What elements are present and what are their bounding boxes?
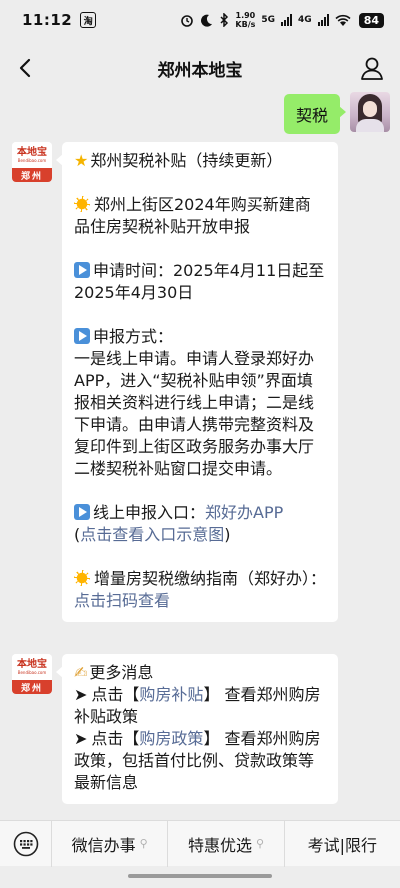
- sun-icon: [74, 196, 90, 212]
- chat-header: 郑州本地宝: [0, 40, 400, 96]
- arrow-icon: ➤: [74, 729, 88, 748]
- bendibao-avatar[interactable]: 本地宝 Bendibao.com 郑州: [12, 654, 52, 694]
- message-headline: 郑州上街区2024年购买新建商品住房契税补贴开放申报: [74, 195, 311, 236]
- bluetooth-icon: [220, 13, 229, 27]
- message-title: 郑州契税补贴（持续更新）: [90, 151, 283, 170]
- play-icon: [74, 504, 90, 520]
- menu-label: 微信办事: [71, 835, 136, 855]
- taobao-notification-icon: 淘: [80, 12, 97, 28]
- play-icon: [74, 262, 90, 278]
- status-time: 11:12: [22, 11, 73, 29]
- menu-label: 考试|限行: [307, 835, 378, 855]
- keyboard-toggle-button[interactable]: [0, 820, 52, 867]
- do-not-disturb-icon: [201, 14, 213, 27]
- arrow-icon: ➤: [74, 685, 88, 704]
- network-5g-label: 5G: [261, 15, 276, 25]
- battery-level: 84: [358, 12, 384, 28]
- keyboard-icon: [13, 831, 38, 856]
- bendibao-city-label: 郑州: [12, 680, 52, 694]
- writing-hand-icon: ✍: [74, 663, 88, 682]
- bendibao-logo: 本地宝 Bendibao.com: [12, 142, 52, 168]
- chevron-left-icon: [19, 58, 31, 78]
- sun-icon: [74, 570, 90, 586]
- method-text: 一是线上申请。申请人登录郑好办APP，进入“契税补贴申领”界面填报相关资料进行线…: [74, 349, 315, 478]
- housing-subsidy-link[interactable]: 购房补贴: [139, 685, 203, 704]
- play-icon: [74, 328, 90, 344]
- housing-policy-link[interactable]: 购房政策: [139, 729, 203, 748]
- bendibao-logo: 本地宝 Bendibao.com: [12, 654, 52, 680]
- chat-title: 郑州本地宝: [157, 60, 243, 81]
- application-time: 申请时间：2025年4月11日起至2025年4月30日: [74, 261, 325, 302]
- guide-text: 增量房契税缴纳指南（郑好办）：: [94, 569, 327, 588]
- signal-5g-icon: [281, 14, 293, 26]
- menu-wechat-services[interactable]: 微信办事 ⚲: [52, 820, 169, 867]
- star-icon: ★: [74, 151, 89, 170]
- bendibao-avatar[interactable]: 本地宝 Bendibao.com 郑州: [12, 142, 52, 182]
- status-bar: 11:12 淘 1.90 KB/s 5G 4G 84: [0, 0, 400, 40]
- bendibao-city-label: 郑州: [12, 168, 52, 182]
- link-icon: ⚲: [139, 837, 148, 850]
- paren-close: ): [224, 525, 231, 544]
- scan-code-link[interactable]: 点击扫码查看: [74, 591, 170, 610]
- incoming-bubble[interactable]: ✍ 更多消息 ➤ 点击【购房补贴】 查看郑州购房补贴政策 ➤ 点击【购房政策】 查看郑…: [56, 654, 338, 804]
- entry-diagram-link[interactable]: 点击查看入口示意图: [80, 525, 224, 544]
- menu-special-offers[interactable]: 特惠优选 ⚲: [168, 820, 285, 867]
- user-avatar[interactable]: [350, 92, 390, 132]
- network-speed: 1.90 KB/s: [235, 11, 256, 29]
- outgoing-bubble[interactable]: 契税: [283, 94, 347, 134]
- line2-prefix: 点击【: [91, 729, 140, 748]
- menu-label: 特惠优选: [187, 835, 252, 855]
- person-icon: [361, 57, 383, 80]
- method-heading: 申报方式：: [93, 327, 174, 346]
- bottom-menu: 微信办事 ⚲ 特惠优选 ⚲ 考试|限行: [0, 820, 400, 867]
- incoming-message: 本地宝 Bendibao.com 郑州 ✍ 更多消息 ➤ 点击【购房补贴】 查看郑州…: [12, 654, 338, 804]
- zhenghaoban-app-link[interactable]: 郑好办APP: [205, 503, 283, 522]
- profile-button[interactable]: [358, 54, 386, 82]
- back-button[interactable]: [12, 54, 40, 82]
- link-icon: ⚲: [255, 837, 265, 850]
- network-4g-label: 4G: [298, 15, 312, 25]
- outgoing-message: 契税: [283, 92, 390, 134]
- incoming-message: 本地宝 Bendibao.com 郑州 ★ 郑州契税补贴（持续更新） 郑州上街区2…: [12, 142, 338, 622]
- home-indicator[interactable]: [128, 874, 272, 878]
- signal-4g-icon: [317, 14, 329, 26]
- status-indicators: 1.90 KB/s 5G 4G 84: [180, 11, 384, 29]
- wifi-icon: [335, 14, 351, 26]
- incoming-bubble[interactable]: ★ 郑州契税补贴（持续更新） 郑州上街区2024年购买新建商品住房契税补贴开放申报…: [56, 142, 338, 622]
- more-news-heading: 更多消息: [89, 663, 154, 682]
- alarm-icon: [181, 15, 194, 27]
- line1-prefix: 点击【: [91, 685, 140, 704]
- menu-exam-traffic[interactable]: 考试|限行: [285, 821, 400, 867]
- online-entry-label: 线上申报入口：: [93, 503, 206, 522]
